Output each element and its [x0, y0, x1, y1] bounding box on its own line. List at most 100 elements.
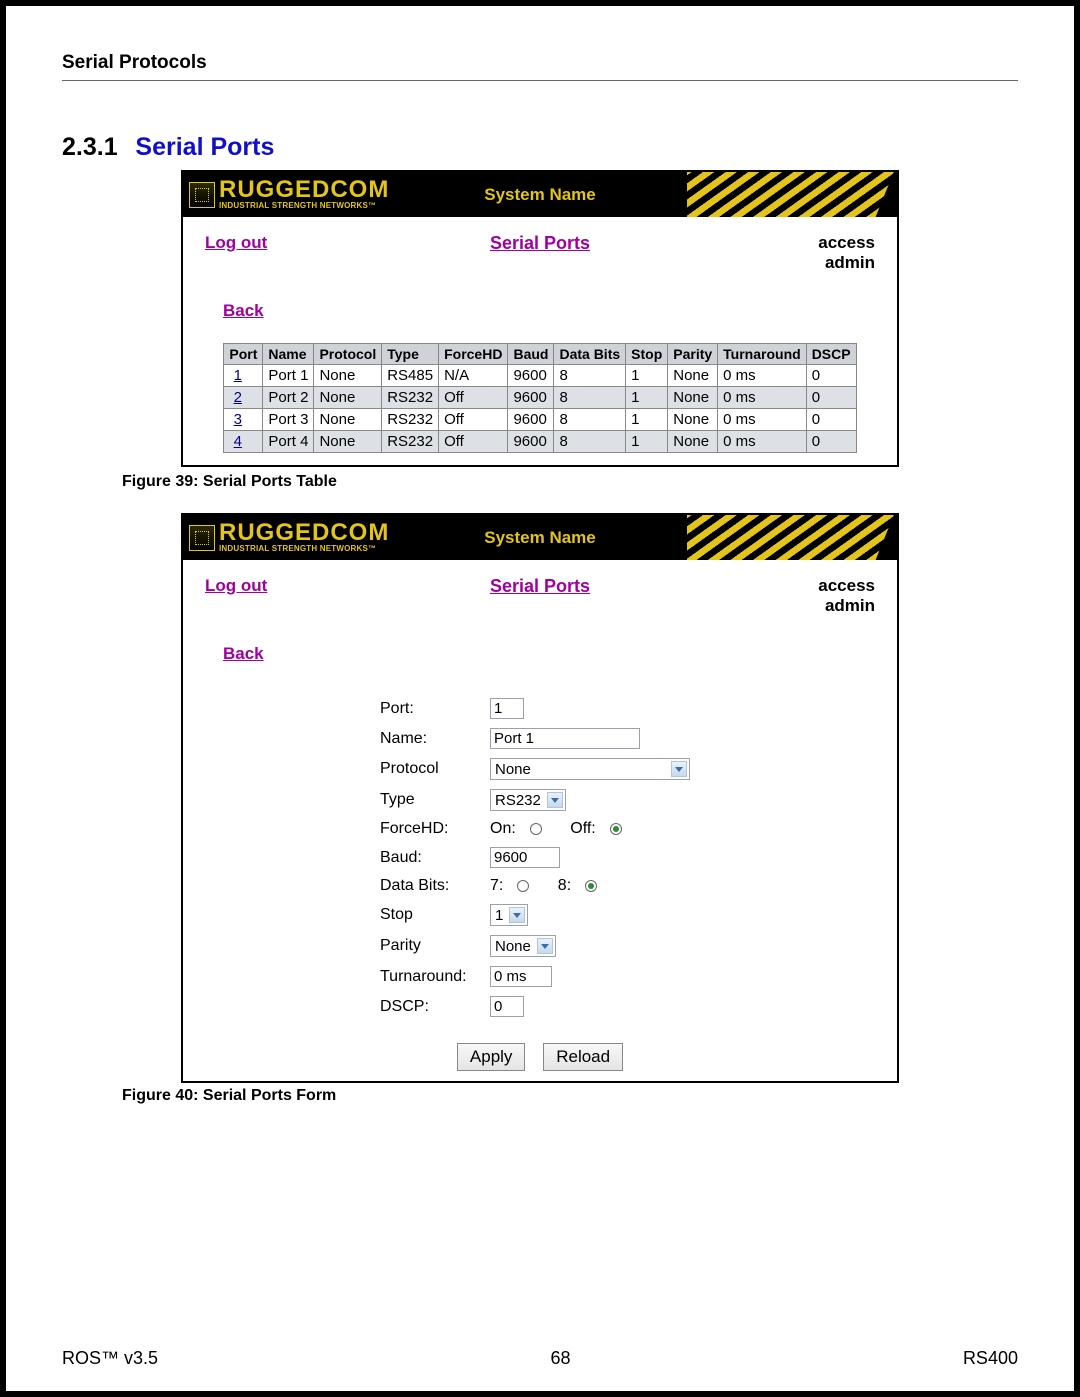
cell-stop: 1: [626, 409, 668, 431]
cell-port: 4: [224, 431, 263, 453]
access-label: access: [818, 576, 875, 595]
back-link[interactable]: Back: [223, 644, 264, 663]
logout-link[interactable]: Log out: [205, 576, 267, 596]
parity-value: None: [495, 938, 531, 955]
cell-data: 8: [554, 431, 626, 453]
cell-type: RS485: [382, 365, 439, 387]
cell-forcehd: Off: [439, 387, 508, 409]
cell-parity: None: [668, 365, 718, 387]
divider: [62, 80, 1018, 81]
chevron-down-icon: [509, 907, 525, 923]
cell-parity: None: [668, 431, 718, 453]
access-label: access: [818, 233, 875, 252]
port-link[interactable]: 2: [234, 389, 242, 406]
port-link[interactable]: 1: [234, 367, 242, 384]
logo-icon: [189, 182, 215, 208]
databits-7-label: 7:: [490, 877, 503, 895]
heading-title: Serial Ports: [135, 133, 274, 161]
th-parity: Parity: [668, 344, 718, 365]
page-title-link[interactable]: Serial Ports: [490, 233, 590, 254]
cell-data: 8: [554, 387, 626, 409]
th-type: Type: [382, 344, 439, 365]
th-forcehd: ForceHD: [439, 344, 508, 365]
cell-protocol: None: [314, 409, 382, 431]
header-hatch: [687, 172, 897, 217]
cell-baud: 9600: [508, 409, 554, 431]
name-input[interactable]: [490, 728, 640, 749]
protocol-label: Protocol: [380, 760, 490, 778]
back-link[interactable]: Back: [223, 301, 264, 320]
cell-name: Port 1: [263, 365, 314, 387]
logout-link[interactable]: Log out: [205, 233, 267, 253]
th-protocol: Protocol: [314, 344, 382, 365]
apply-button[interactable]: Apply: [457, 1043, 526, 1071]
cell-type: RS232: [382, 409, 439, 431]
cell-turn: 0 ms: [718, 387, 807, 409]
port-link[interactable]: 3: [234, 411, 242, 428]
reload-button[interactable]: Reload: [543, 1043, 623, 1071]
table-row: 3Port 3NoneRS232Off960081None0 ms0: [224, 409, 856, 431]
figure-caption-2: Figure 40: Serial Ports Form: [122, 1087, 1018, 1105]
databits-label: Data Bits:: [380, 877, 490, 895]
cell-turn: 0 ms: [718, 409, 807, 431]
cell-port: 3: [224, 409, 263, 431]
port-label: Port:: [380, 700, 490, 718]
cell-turn: 0 ms: [718, 365, 807, 387]
cell-parity: None: [668, 387, 718, 409]
panel-header: RUGGEDCOM INDUSTRIAL STRENGTH NETWORKS™ …: [183, 515, 897, 560]
chevron-down-icon: [547, 792, 563, 808]
forcehd-label: ForceHD:: [380, 820, 490, 838]
th-baud: Baud: [508, 344, 554, 365]
cell-stop: 1: [626, 387, 668, 409]
footer-right: RS400: [963, 1348, 1018, 1369]
th-data-bits: Data Bits: [554, 344, 626, 365]
protocol-select[interactable]: None: [490, 758, 690, 780]
databits-7-radio[interactable]: [517, 880, 529, 892]
cell-stop: 1: [626, 431, 668, 453]
cell-baud: 9600: [508, 431, 554, 453]
cell-protocol: None: [314, 365, 382, 387]
chevron-down-icon: [537, 938, 553, 954]
table-row: 1Port 1NoneRS485N/A960081None0 ms0: [224, 365, 856, 387]
baud-label: Baud:: [380, 849, 490, 867]
cell-forcehd: Off: [439, 431, 508, 453]
port-input[interactable]: [490, 698, 524, 719]
cell-baud: 9600: [508, 387, 554, 409]
protocol-value: None: [495, 761, 531, 778]
parity-select[interactable]: None: [490, 935, 556, 957]
port-link[interactable]: 4: [234, 433, 242, 450]
system-name-label: System Name: [484, 185, 596, 205]
footer-left: ROS™ v3.5: [62, 1348, 158, 1369]
stop-value: 1: [495, 907, 503, 924]
table-row: 2Port 2NoneRS232Off960081None0 ms0: [224, 387, 856, 409]
access-role: admin: [825, 596, 875, 615]
type-select[interactable]: RS232: [490, 789, 566, 811]
access-role: admin: [825, 253, 875, 272]
databits-8-label: 8:: [558, 877, 571, 895]
cell-dscp: 0: [806, 431, 856, 453]
th-name: Name: [263, 344, 314, 365]
dscp-input[interactable]: [490, 996, 524, 1017]
cell-turn: 0 ms: [718, 431, 807, 453]
serial-ports-table: Port Name Protocol Type ForceHD Baud Dat…: [223, 343, 856, 453]
databits-8-radio[interactable]: [585, 880, 597, 892]
forcehd-off-label: Off:: [570, 820, 596, 838]
chevron-down-icon: [671, 761, 687, 777]
th-turnaround: Turnaround: [718, 344, 807, 365]
forcehd-off-radio[interactable]: [610, 823, 622, 835]
cell-forcehd: Off: [439, 409, 508, 431]
stop-select[interactable]: 1: [490, 904, 528, 926]
page-title-link[interactable]: Serial Ports: [490, 576, 590, 597]
turnaround-label: Turnaround:: [380, 968, 490, 986]
turnaround-input[interactable]: [490, 966, 552, 987]
section-title: Serial Protocols: [62, 52, 1018, 74]
dscp-label: DSCP:: [380, 998, 490, 1016]
forcehd-on-radio[interactable]: [530, 823, 542, 835]
baud-input[interactable]: [490, 847, 560, 868]
cell-dscp: 0: [806, 409, 856, 431]
th-stop: Stop: [626, 344, 668, 365]
forcehd-on-label: On:: [490, 820, 516, 838]
cell-protocol: None: [314, 387, 382, 409]
heading-number: 2.3.1: [62, 133, 118, 161]
cell-dscp: 0: [806, 365, 856, 387]
